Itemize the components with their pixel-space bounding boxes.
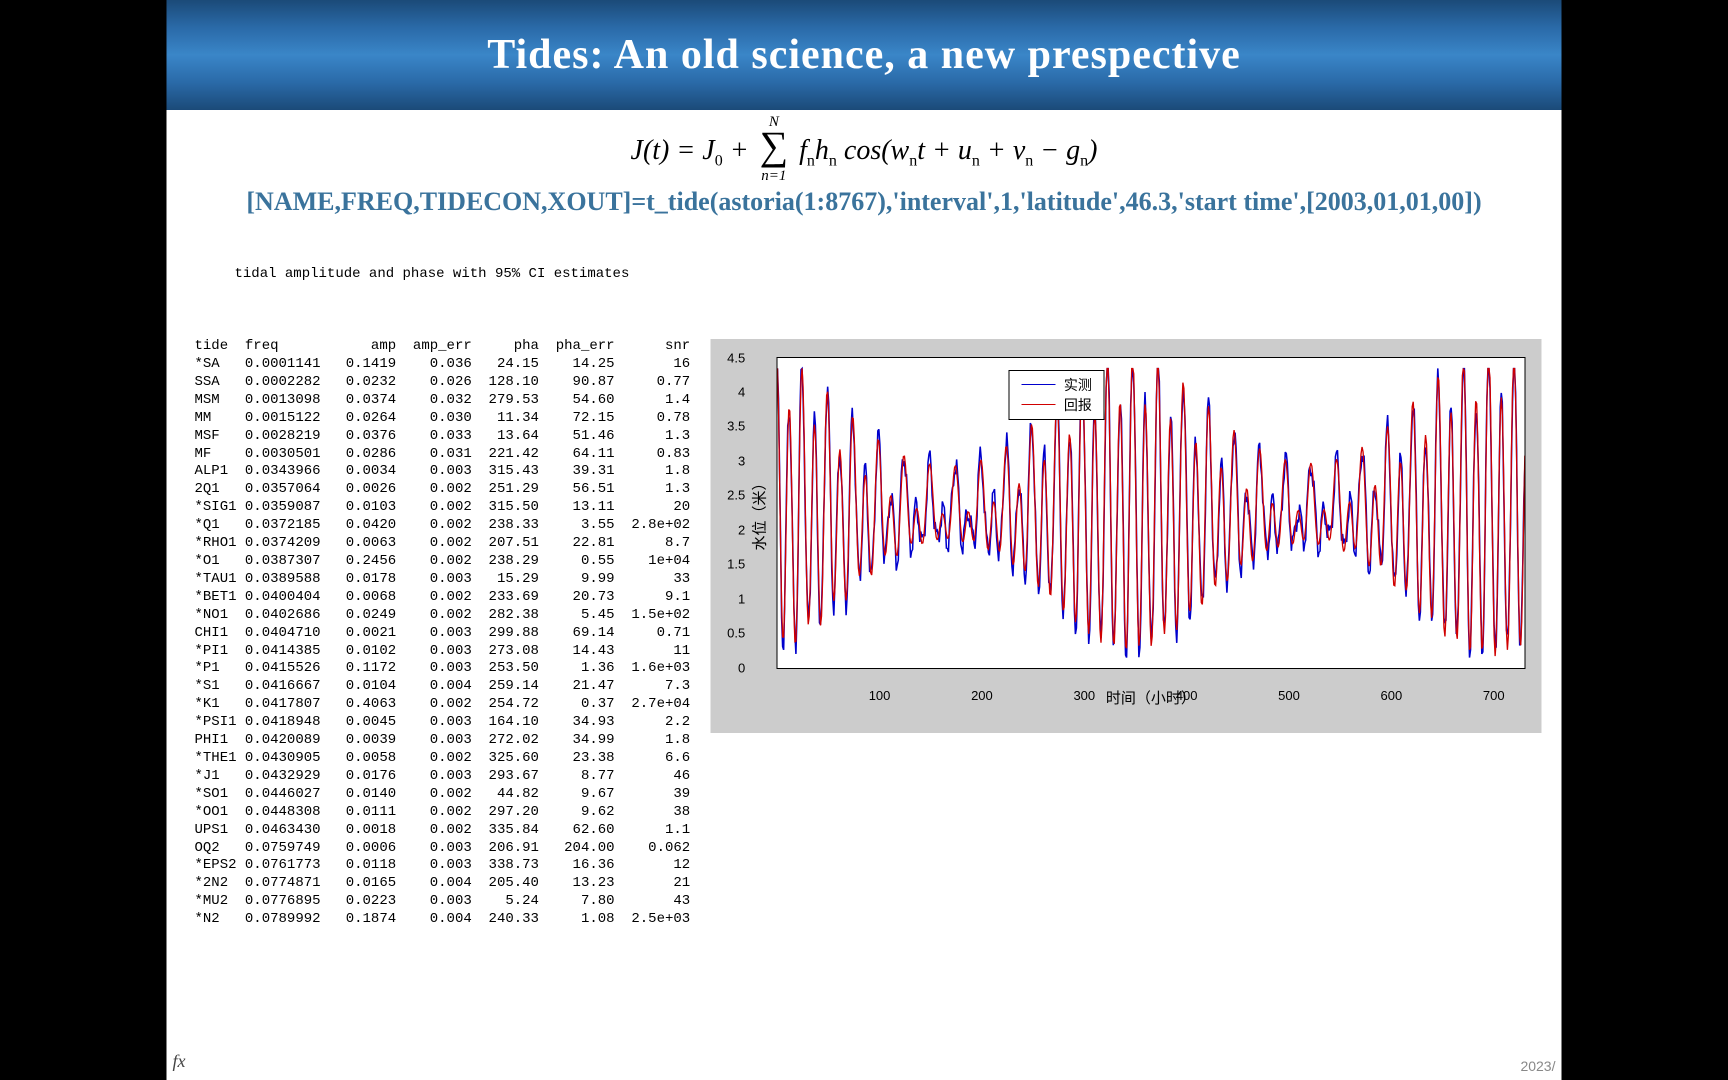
legend-item-predicted: 回报: [1022, 395, 1092, 415]
chart-traces: [777, 358, 1524, 668]
date-stub: 2023/: [1520, 1058, 1555, 1074]
tide-table: tidal amplitude and phase with 95% CI es…: [187, 231, 691, 965]
y-axis-label: 水位（米）: [748, 475, 769, 550]
title-text: Tides: An old science, a new prespective: [487, 31, 1241, 79]
sigma-symbol: N∑n=1: [760, 132, 789, 167]
chart-panel: 实测 回报 00.511.522.533.544.5 1002003004005…: [710, 339, 1541, 733]
body: tidal amplitude and phase with 95% CI es…: [167, 231, 1562, 965]
equation: J(t) = J0 + N∑n=1 fnhn cos(wnt + un + vn…: [167, 110, 1562, 181]
plot-area: 实测 回报 00.511.522.533.544.5 1002003004005…: [776, 357, 1525, 669]
legend: 实测 回报: [1009, 370, 1105, 420]
slide-title: Tides: An old science, a new prespective: [167, 0, 1562, 110]
fx-icon: fx: [173, 1051, 186, 1072]
slide: Tides: An old science, a new prespective…: [167, 0, 1562, 1080]
table-caption: tidal amplitude and phase with 95% CI es…: [195, 266, 691, 302]
code-call: [NAME,FREQ,TIDECON,XOUT]=t_tide(astoria(…: [167, 181, 1562, 231]
x-axis-label: 时间（小时）: [1106, 687, 1196, 708]
legend-item-observed: 实测: [1022, 375, 1092, 395]
